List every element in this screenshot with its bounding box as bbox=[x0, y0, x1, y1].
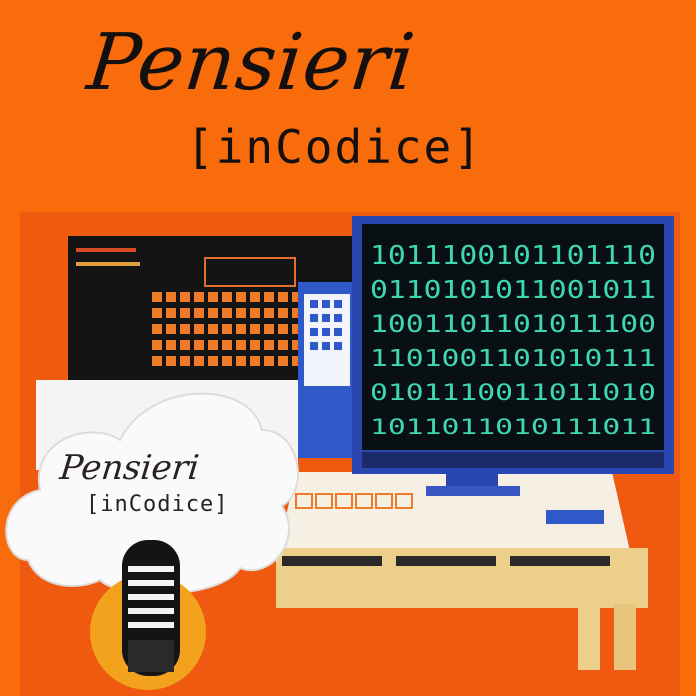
title-script: Pensieri bbox=[83, 18, 420, 108]
key bbox=[166, 308, 176, 318]
code-row: 1001101101011100 bbox=[370, 310, 656, 338]
key bbox=[152, 324, 162, 334]
key bbox=[278, 324, 288, 334]
key bbox=[264, 340, 274, 350]
key bbox=[152, 308, 162, 318]
key bbox=[166, 356, 176, 366]
code-row: 1101001101010111 bbox=[370, 346, 656, 372]
key bbox=[222, 356, 232, 366]
key bbox=[264, 324, 274, 334]
key bbox=[152, 292, 162, 302]
key bbox=[236, 356, 246, 366]
key bbox=[222, 292, 232, 302]
key bbox=[278, 292, 288, 302]
key bbox=[208, 308, 218, 318]
key bbox=[250, 308, 260, 318]
key bbox=[194, 356, 204, 366]
key bbox=[194, 324, 204, 334]
key bbox=[222, 340, 232, 350]
key bbox=[236, 340, 246, 350]
key bbox=[250, 292, 260, 302]
key bbox=[222, 324, 232, 334]
key bbox=[278, 356, 288, 366]
key bbox=[166, 340, 176, 350]
key bbox=[278, 308, 288, 318]
key bbox=[166, 292, 176, 302]
title-code: [inCodice] bbox=[186, 120, 483, 174]
key bbox=[180, 308, 190, 318]
key bbox=[250, 340, 260, 350]
code-row: 0101110011011010 bbox=[370, 381, 656, 406]
key bbox=[180, 324, 190, 334]
badge-script: Pensieri bbox=[57, 448, 202, 488]
key bbox=[180, 356, 190, 366]
key bbox=[194, 340, 204, 350]
key bbox=[222, 308, 232, 318]
key bbox=[250, 324, 260, 334]
key bbox=[236, 324, 246, 334]
key bbox=[208, 292, 218, 302]
key bbox=[250, 356, 260, 366]
key bbox=[194, 308, 204, 318]
key bbox=[264, 292, 274, 302]
key bbox=[278, 340, 288, 350]
badge-code: [inCodice] bbox=[86, 492, 229, 517]
key bbox=[208, 356, 218, 366]
key bbox=[152, 340, 162, 350]
computer-tower bbox=[298, 282, 356, 458]
key bbox=[264, 308, 274, 318]
key bbox=[152, 356, 162, 366]
key bbox=[264, 356, 274, 366]
key bbox=[194, 292, 204, 302]
key bbox=[236, 308, 246, 318]
key bbox=[236, 292, 246, 302]
key bbox=[208, 340, 218, 350]
key bbox=[180, 340, 190, 350]
key bbox=[166, 324, 176, 334]
code-row: 0110101011001011 bbox=[370, 275, 656, 304]
code-row: 1011011010111011 bbox=[370, 415, 656, 439]
key bbox=[180, 292, 190, 302]
key bbox=[208, 324, 218, 334]
code-row: 1011100101101110 bbox=[370, 241, 656, 271]
